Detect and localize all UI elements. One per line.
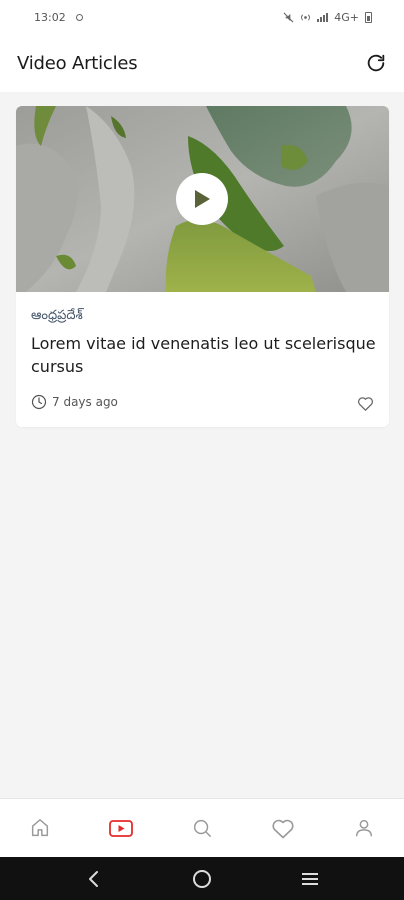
signal-icon (317, 12, 329, 22)
article-meta: 7 days ago (31, 394, 118, 410)
battery-icon (365, 11, 372, 23)
article-category[interactable]: ఆంధ్రప్రదేశ్ (31, 308, 83, 326)
clock-icon (31, 394, 47, 410)
article-title[interactable]: Lorem vitae id venenatis leo ut sceleris… (31, 332, 376, 378)
nav-favorites[interactable] (242, 799, 323, 857)
play-icon (195, 190, 210, 208)
status-bar: 13:02 4G+ (0, 0, 404, 34)
nav-videos[interactable] (81, 799, 162, 857)
play-button[interactable] (176, 173, 228, 225)
status-right: 4G+ (283, 11, 372, 24)
video-article-card[interactable]: ఆంధ్రప్రదేశ్ Lorem vitae id venenatis le… (16, 106, 389, 427)
video-icon (109, 820, 134, 837)
location-icon (75, 13, 83, 21)
menu-icon (302, 872, 318, 885)
mute-icon (283, 12, 294, 22)
network-type: 4G+ (334, 10, 359, 24)
like-button[interactable] (354, 392, 376, 414)
nav-home[interactable] (0, 799, 81, 857)
video-thumbnail[interactable] (16, 106, 389, 292)
screen: 13:02 4G+ Video Articles ఆంధ్రప్రదేశ్ Lo… (0, 0, 404, 900)
refresh-button[interactable] (360, 47, 392, 79)
status-left: 13:02 (34, 11, 83, 24)
nav-search[interactable] (162, 799, 243, 857)
search-icon (193, 819, 211, 837)
system-recents-button[interactable] (290, 859, 330, 899)
home-icon (32, 819, 49, 837)
heart-icon (357, 396, 373, 411)
home-circle-icon (193, 869, 211, 888)
article-time: 7 days ago (52, 395, 118, 409)
refresh-icon (367, 54, 385, 72)
page-title: Video Articles (17, 52, 138, 74)
system-navigation-bar (0, 857, 404, 900)
app-bar: Video Articles (0, 34, 404, 92)
status-time: 13:02 (34, 10, 66, 24)
system-home-button[interactable] (182, 859, 222, 899)
bottom-navigation (0, 798, 404, 857)
system-back-button[interactable] (74, 859, 114, 899)
hotspot-icon (301, 13, 311, 21)
back-icon (89, 870, 98, 887)
nav-profile[interactable] (323, 799, 404, 857)
profile-icon (355, 819, 372, 837)
heart-icon (272, 819, 294, 838)
